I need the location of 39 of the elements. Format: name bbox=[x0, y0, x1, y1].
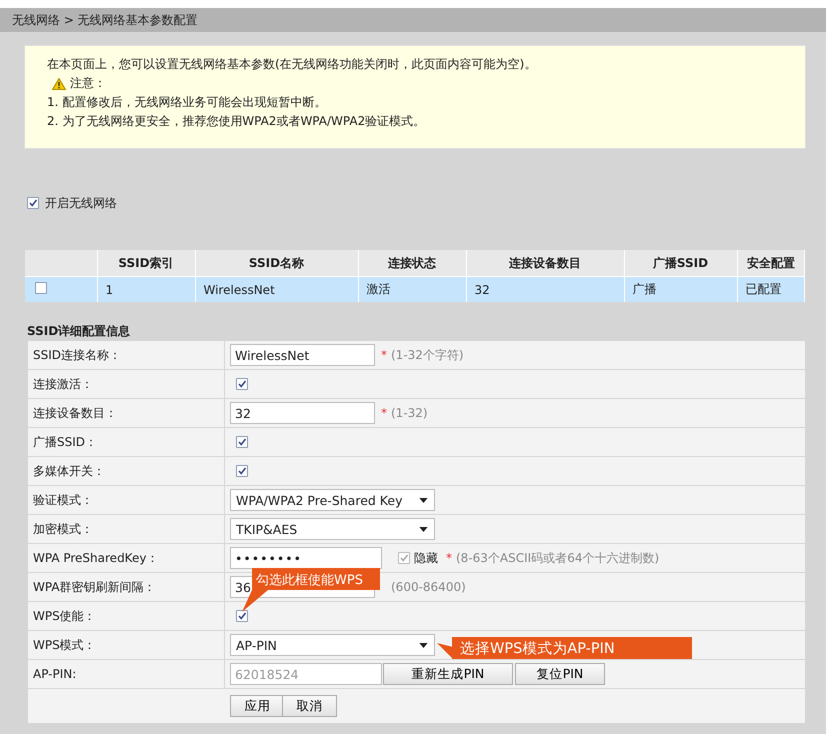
field-label: 加密模式： bbox=[33, 520, 93, 538]
section-title: SSID详细配置信息 bbox=[27, 322, 130, 340]
field-label: WPS模式： bbox=[33, 636, 96, 654]
table-cell: 激活 bbox=[358, 276, 466, 302]
hint-text: (8-63个ASCII码或者64个十六进制数) bbox=[456, 550, 660, 566]
table-cell: 1 bbox=[97, 276, 195, 302]
field-label: 连接设备数目： bbox=[33, 404, 117, 422]
table-header-cell: 安全配置 bbox=[737, 250, 804, 276]
table-header-cell: 连接状态 bbox=[358, 250, 466, 276]
hint-text: (1-32) bbox=[391, 406, 428, 420]
breadcrumb: 无线网络 > 无线网络基本参数配置 bbox=[12, 12, 198, 28]
notice-item: 2. 为了无线网络更安全，推荐您使用WPA2或者WPA/WPA2验证模式。 bbox=[47, 113, 426, 130]
table-cell: 已配置 bbox=[737, 276, 804, 302]
required-mark: * bbox=[446, 551, 452, 565]
table-header-cell: SSID名称 bbox=[195, 250, 358, 276]
field-label: 验证模式： bbox=[33, 492, 93, 508]
required-mark: * bbox=[381, 406, 387, 420]
notice-item: 1. 配置修改后，无线网络业务可能会出现短暂中断。 bbox=[47, 94, 326, 111]
table-header-cell: 广播SSID bbox=[624, 250, 737, 276]
notice-text: 在本页面上，您可以设置无线网络基本参数(在无线网络功能关闭时，此页面内容可能为空)。 bbox=[47, 56, 536, 73]
field-label: 多媒体开关： bbox=[33, 462, 105, 480]
table-cell: 广播 bbox=[624, 276, 737, 302]
field-label: WPS使能： bbox=[33, 608, 96, 624]
required-mark: * bbox=[381, 348, 387, 362]
field-label: AP-PIN: bbox=[33, 667, 76, 681]
table-cell: 32 bbox=[466, 276, 624, 302]
hint-text: (600-86400) bbox=[391, 580, 466, 594]
table-header-cell: SSID索引 bbox=[97, 250, 195, 276]
field-label: WPA PreSharedKey： bbox=[33, 550, 158, 566]
table-header-cell: 连接设备数目 bbox=[466, 250, 624, 276]
checkbox-label: 开启无线网络 bbox=[45, 194, 117, 212]
table-cell: WirelessNet bbox=[195, 276, 358, 302]
checkbox-label: 隐藏 bbox=[414, 550, 438, 566]
hint-text: (1-32个字符) bbox=[391, 346, 464, 364]
field-label: 广播SSID： bbox=[33, 434, 98, 450]
warning-label: 注意： bbox=[70, 75, 106, 92]
field-label: 连接激活： bbox=[33, 376, 93, 392]
field-label: SSID连接名称： bbox=[33, 346, 122, 364]
field-label: WPA群密钥刷新间隔： bbox=[33, 578, 156, 596]
